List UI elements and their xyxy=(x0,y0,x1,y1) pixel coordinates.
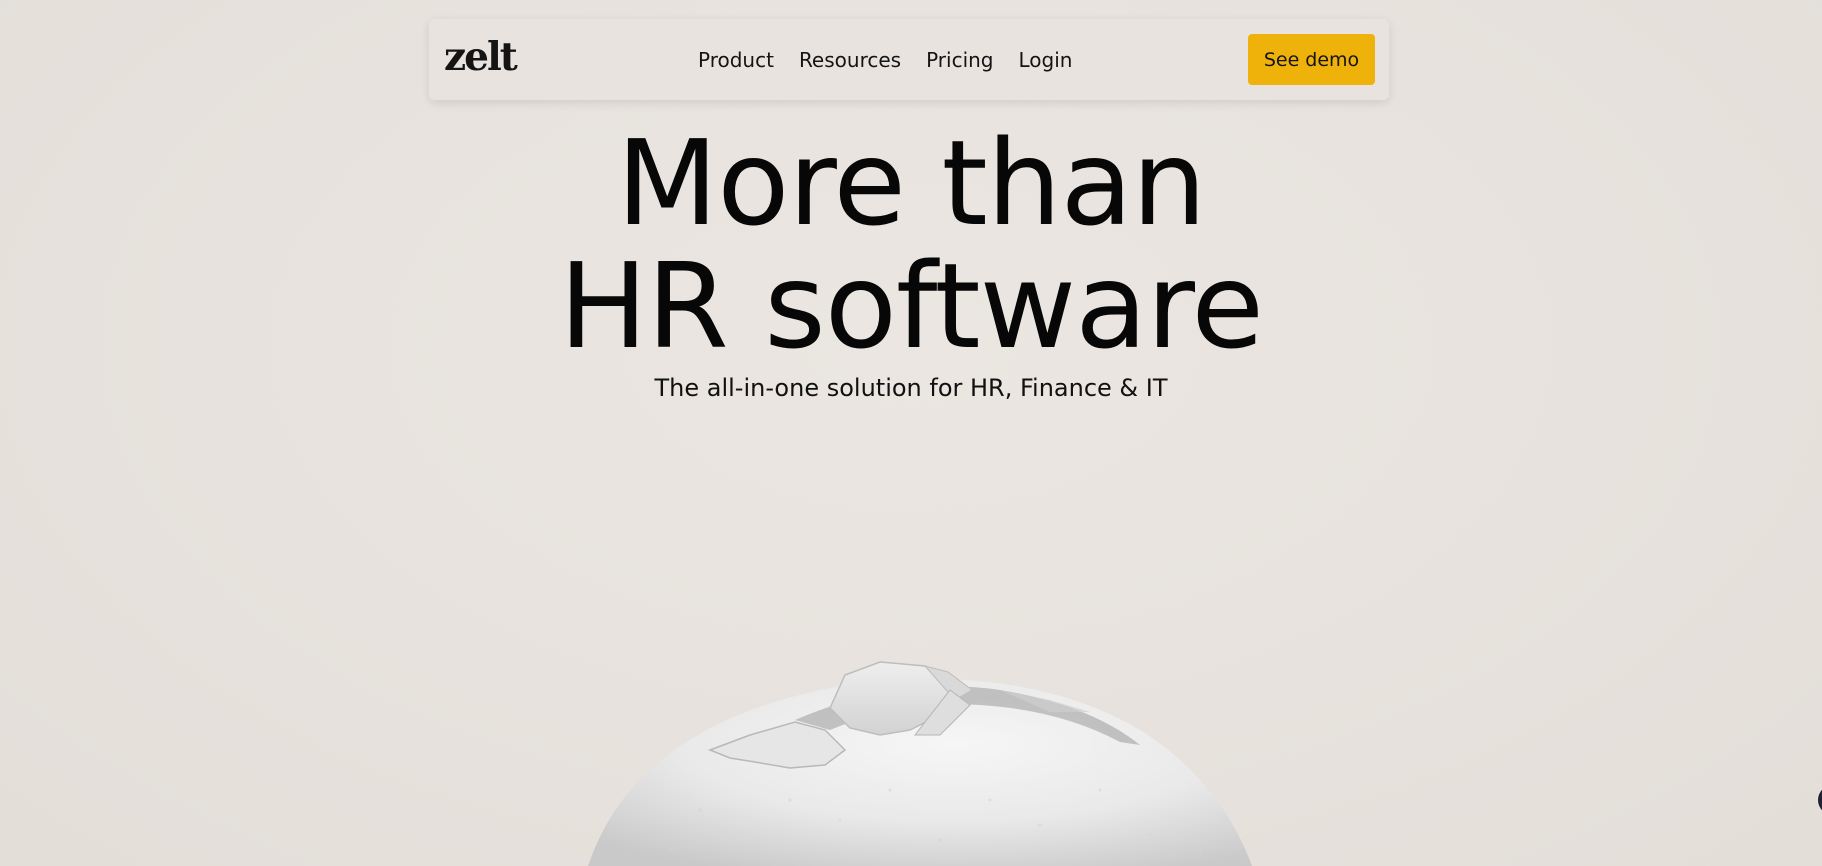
nav-login-link[interactable]: Login xyxy=(1019,48,1073,72)
nav-resources-link[interactable]: Resources xyxy=(799,48,901,72)
nav-pricing-link[interactable]: Pricing xyxy=(926,48,993,72)
cracked-sphere-image xyxy=(580,650,1260,866)
cracked-sphere-illustration xyxy=(588,661,1252,866)
hero-title-line-2: HR software xyxy=(559,237,1264,375)
hero-title-line-1: More than xyxy=(616,114,1206,252)
top-navigation-bar: zelt Product Resources Pricing Login See… xyxy=(429,19,1389,100)
chat-launcher-icon[interactable] xyxy=(1818,785,1822,815)
main-nav: Product Resources Pricing Login xyxy=(698,19,1072,100)
nav-product-link[interactable]: Product xyxy=(698,48,774,72)
hero-title: More than HR software xyxy=(0,122,1822,368)
hero-subtitle: The all-in-one solution for HR, Finance … xyxy=(654,374,1168,402)
zelt-logo[interactable]: zelt xyxy=(444,33,518,81)
see-demo-button[interactable]: See demo xyxy=(1248,34,1375,85)
